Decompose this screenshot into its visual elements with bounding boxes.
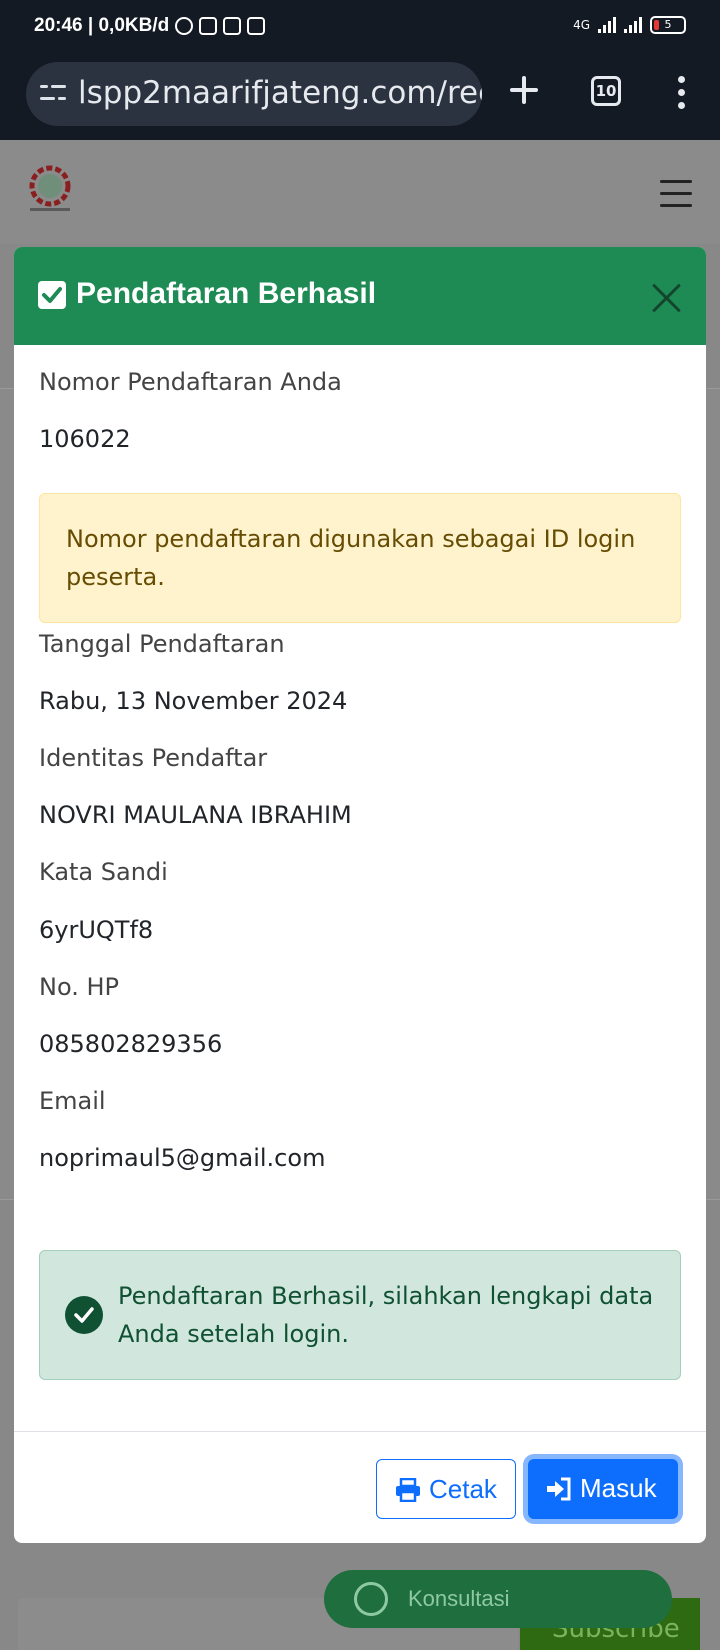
whatsapp-icon [354, 1582, 388, 1616]
status-bar: 20:46 | 0,0KB/d 4G 5 [0, 0, 720, 54]
battery-icon: 5 [650, 16, 686, 34]
status-right: 4G 5 [573, 16, 686, 34]
site-header [0, 140, 720, 244]
browser-menu-button[interactable] [678, 74, 686, 110]
tanggal-value: Rabu, 13 November 2024 [39, 687, 348, 715]
no-hp-label: No. HP [39, 973, 119, 1001]
whatsapp-label: Konsultasi [408, 1586, 510, 1611]
browser-toolbar: lspp2maarifjateng.com/regis 10 [0, 54, 720, 140]
modal-footer-divider [14, 1431, 706, 1432]
kata-sandi-value: 6yrUQTf8 [39, 916, 154, 944]
success-alert: Pendaftaran Berhasil, silahkan lengkapi … [39, 1250, 681, 1380]
printer-icon [396, 1477, 420, 1502]
alarm-icon [175, 17, 194, 35]
no-hp-value: 085802829356 [39, 1030, 223, 1058]
identitas-value: NOVRI MAULANA IBRAHIM [39, 801, 352, 829]
login-button-label: Masuk [580, 1473, 657, 1503]
close-icon[interactable] [652, 283, 682, 313]
email-value: noprimaul5@gmail.com [39, 1144, 326, 1172]
modal-title: Pendaftaran Berhasil [76, 277, 377, 310]
whatsapp-consult-button[interactable]: Konsultasi [324, 1570, 672, 1628]
url-text[interactable]: lspp2maarifjateng.com/regis [78, 75, 482, 111]
tab-switcher-button[interactable]: 10 [591, 76, 621, 106]
notification-icon [223, 17, 242, 35]
new-tab-button[interactable] [506, 72, 542, 108]
login-button[interactable]: Masuk [528, 1459, 678, 1519]
app-notification-icon [247, 17, 266, 35]
nomor-pendaftaran-value: 106022 [39, 425, 131, 453]
message-icon [199, 17, 218, 35]
signal-2-icon [624, 17, 642, 33]
hamburger-menu-icon[interactable] [660, 180, 692, 208]
print-button[interactable]: Cetak [376, 1459, 516, 1519]
check-square-icon [38, 281, 66, 309]
registration-success-modal: Pendaftaran Berhasil Nomor Pendaftaran A… [14, 247, 706, 1543]
nomor-pendaftaran-label: Nomor Pendaftaran Anda [39, 368, 342, 396]
signal-icon [598, 17, 616, 33]
check-circle-icon [65, 1296, 103, 1334]
address-bar[interactable]: lspp2maarifjateng.com/regis [26, 62, 482, 126]
email-label: Email [39, 1087, 106, 1115]
print-button-label: Cetak [429, 1474, 497, 1504]
warning-text: Nomor pendaftaran digunakan sebagai ID l… [66, 525, 636, 591]
network-type: 4G [573, 18, 590, 32]
tanggal-label: Tanggal Pendaftaran [39, 630, 285, 658]
modal-header: Pendaftaran Berhasil [14, 247, 706, 345]
site-logo[interactable] [24, 164, 78, 216]
status-left: 20:46 | 0,0KB/d [34, 15, 266, 37]
login-id-warning: Nomor pendaftaran digunakan sebagai ID l… [39, 493, 681, 623]
identitas-label: Identitas Pendaftar [39, 744, 268, 772]
site-settings-icon[interactable] [40, 82, 66, 104]
success-text: Pendaftaran Berhasil, silahkan lengkapi … [118, 1282, 654, 1348]
kata-sandi-label: Kata Sandi [39, 858, 168, 886]
status-time-speed: 20:46 | 0,0KB/d [34, 15, 170, 36]
sign-in-icon [547, 1477, 571, 1500]
